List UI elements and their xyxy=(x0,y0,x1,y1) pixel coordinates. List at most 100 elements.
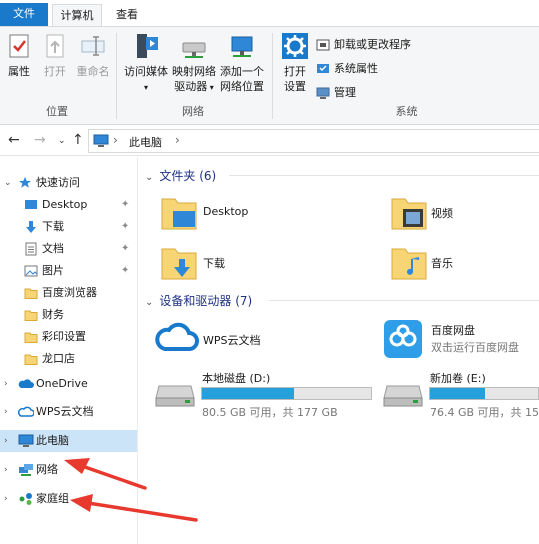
pin-icon[interactable]: ✦ xyxy=(121,194,129,216)
media-server-icon xyxy=(137,34,158,58)
add-network-location-button[interactable]: 添加一个 网络位置 xyxy=(218,31,266,94)
chevron-right-icon: › xyxy=(4,379,8,389)
chevron-down-icon: ⌄ xyxy=(145,172,154,183)
folder-tile-downloads[interactable]: 下载 xyxy=(159,243,359,287)
properties-icon xyxy=(9,34,29,58)
pin-icon[interactable]: ✦ xyxy=(121,216,129,238)
hard-drive-icon xyxy=(155,385,195,407)
downloads-folder-icon xyxy=(161,248,197,280)
folder-icon xyxy=(24,354,38,365)
breadcrumb-separator-icon[interactable]: › xyxy=(175,133,180,147)
group-label-location: 位置 xyxy=(46,105,68,118)
navigation-pane: ⌄ 快速访问 Desktop ✦ 下载 ✦ 文档 ✦ 图片 ✦ 百度浏览器 财务… xyxy=(0,157,138,544)
onedrive-cloud-icon xyxy=(18,379,34,388)
address-bar[interactable]: › 此电脑 › xyxy=(88,129,539,153)
this-pc-icon xyxy=(18,434,34,447)
open-settings-button[interactable]: 打开 设置 xyxy=(278,31,312,94)
dropdown-arrow-icon: ▾ xyxy=(143,83,148,92)
breadcrumb-this-pc[interactable]: 此电脑 xyxy=(129,134,162,150)
drive-d-usage-fill xyxy=(202,388,295,399)
nav-item-folder[interactable]: 财务 xyxy=(0,304,137,326)
wps-cloud-icon xyxy=(18,406,34,417)
system-properties-button[interactable]: 系统属性 xyxy=(316,59,378,79)
computer-management-icon xyxy=(316,87,330,99)
map-network-drive-button[interactable]: 映射网络 驱动器 ▾ xyxy=(170,31,218,95)
desktop-icon xyxy=(25,200,37,209)
nav-network[interactable]: › 网络 xyxy=(0,459,137,481)
tab-view[interactable]: 查看 xyxy=(108,4,146,26)
system-properties-icon xyxy=(317,64,329,73)
homegroup-icon xyxy=(19,493,32,505)
nav-quick-access[interactable]: ⌄ 快速访问 xyxy=(0,172,137,194)
chevron-right-icon: › xyxy=(4,494,8,504)
network-icon xyxy=(19,464,33,476)
folder-icon xyxy=(24,310,38,321)
nav-homegroup[interactable]: › 家庭组 xyxy=(0,488,137,510)
baidu-netdisk-icon xyxy=(384,320,422,358)
nav-this-pc[interactable]: › 此电脑 xyxy=(0,430,137,452)
chevron-right-icon: › xyxy=(4,465,8,475)
ribbon-group-network: 访问媒体 ▾ 映射网络 驱动器 ▾ 添加一个 网络位置 网络 xyxy=(118,27,268,125)
nav-onedrive[interactable]: › OneDrive xyxy=(0,373,137,395)
open-icon xyxy=(46,34,64,58)
drive-d-usage-bar xyxy=(201,387,372,400)
nav-wps-cloud[interactable]: › WPS云文档 xyxy=(0,401,137,423)
access-media-button[interactable]: 访问媒体 ▾ xyxy=(124,31,168,95)
drive-d-tile[interactable]: 本地磁盘 (D:) 80.5 GB 可用，共 177 GB xyxy=(155,370,381,419)
folder-icon xyxy=(24,332,38,343)
nav-item-pictures[interactable]: 图片 ✦ xyxy=(0,260,137,282)
group-separator xyxy=(116,33,117,119)
nav-item-folder[interactable]: 百度浏览器 xyxy=(0,282,137,304)
baidu-netdisk-tile[interactable]: 百度网盘 双击运行百度网盘 xyxy=(383,317,539,361)
nav-item-downloads[interactable]: 下载 ✦ xyxy=(0,216,137,238)
back-arrow-icon[interactable]: ← xyxy=(8,132,20,148)
chevron-right-icon: › xyxy=(4,436,8,446)
nav-item-desktop[interactable]: Desktop ✦ xyxy=(0,194,137,216)
hard-drive-icon xyxy=(383,385,423,407)
address-row: ← → ⌄ ↑ › 此电脑 › xyxy=(0,126,539,156)
content-pane: ⌄ 文件夹 (6) Desktop 视频 下载 音乐 ⌄ 设备和驱动器 (7) WP… xyxy=(139,157,539,544)
wps-cloud-tile[interactable]: WPS云文档 xyxy=(155,317,375,361)
up-arrow-icon[interactable]: ↑ xyxy=(72,132,84,148)
chevron-down-icon: ⌄ xyxy=(145,297,154,308)
nav-item-folder[interactable]: 彩印设置 xyxy=(0,326,137,348)
pin-icon[interactable]: ✦ xyxy=(121,238,129,260)
section-divider xyxy=(229,175,539,176)
uninstall-programs-button[interactable]: 卸载或更改程序 xyxy=(316,35,411,55)
drive-e-tile[interactable]: 新加卷 (E:) 76.4 GB 可用，共 156 xyxy=(383,370,539,419)
recent-locations-chevron-icon[interactable]: ⌄ xyxy=(58,136,66,146)
nav-item-documents[interactable]: 文档 ✦ xyxy=(0,238,137,260)
network-drive-icon xyxy=(182,42,206,58)
download-arrow-icon xyxy=(26,221,36,233)
desktop-folder-icon xyxy=(161,198,197,230)
wps-cloud-icon xyxy=(155,322,199,351)
forward-arrow-icon[interactable]: → xyxy=(34,132,46,148)
tab-computer[interactable]: 计算机 xyxy=(52,4,102,26)
folder-tile-music[interactable]: 音乐 xyxy=(389,243,539,287)
videos-folder-icon xyxy=(391,198,427,230)
nav-item-folder[interactable]: 龙口店 xyxy=(0,348,137,370)
section-folders-header[interactable]: ⌄ 文件夹 (6) xyxy=(145,167,216,184)
ribbon: 属性 打开 重命名 位置 访问媒体 ▾ 映射网络 驱动器 ▾ 添加一个 网络位置… xyxy=(0,26,539,125)
ribbon-tabs: 文件 计算机 查看 xyxy=(0,0,539,26)
dropdown-arrow-icon: ▾ xyxy=(207,83,214,92)
folder-icon xyxy=(24,288,38,299)
group-label-system: 系统 xyxy=(395,105,418,118)
picture-icon xyxy=(24,265,38,277)
chevron-right-icon: › xyxy=(4,407,8,417)
settings-gear-icon xyxy=(282,33,308,59)
properties-button[interactable]: 属性 xyxy=(4,31,34,79)
drive-e-usage-bar xyxy=(429,387,539,400)
breadcrumb-separator-icon[interactable]: › xyxy=(113,133,118,147)
pin-icon[interactable]: ✦ xyxy=(121,260,129,282)
group-label-network: 网络 xyxy=(182,105,204,118)
section-devices-header[interactable]: ⌄ 设备和驱动器 (7) xyxy=(145,292,252,309)
open-button[interactable]: 打开 xyxy=(40,31,70,79)
folder-tile-videos[interactable]: 视频 xyxy=(389,193,539,237)
manage-button[interactable]: 管理 xyxy=(316,83,356,103)
rename-button[interactable]: 重命名 xyxy=(76,31,110,79)
star-icon xyxy=(19,177,31,188)
folder-tile-desktop[interactable]: Desktop xyxy=(159,193,359,237)
document-icon xyxy=(25,242,37,256)
tab-file[interactable]: 文件 xyxy=(0,3,48,26)
